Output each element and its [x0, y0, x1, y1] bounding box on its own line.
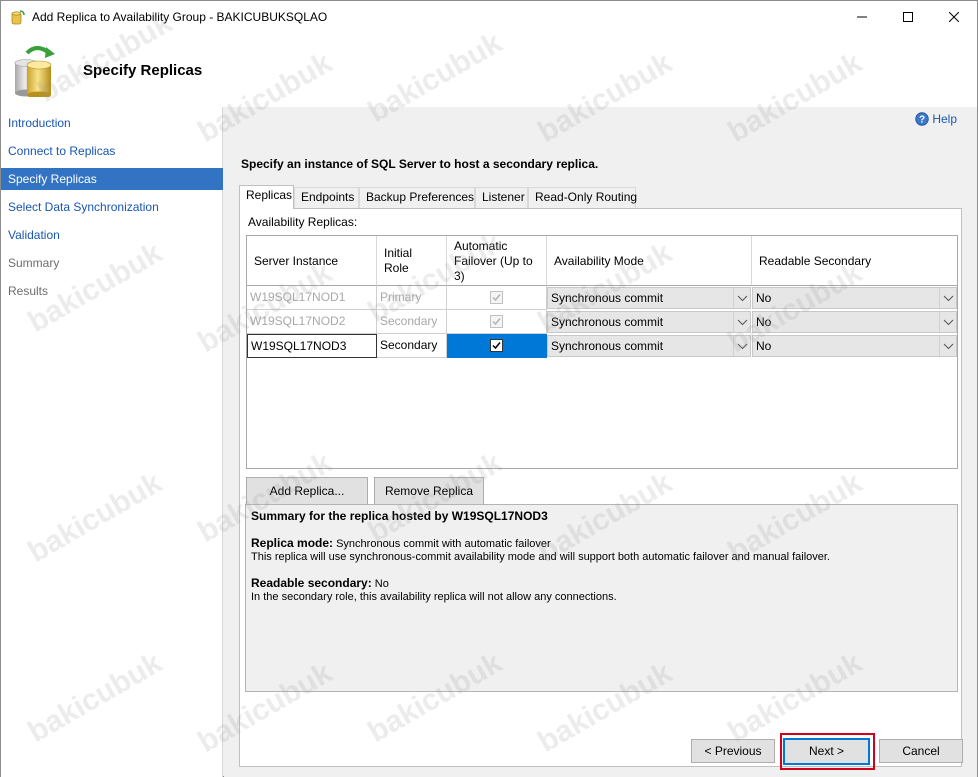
replica-mode-label: Replica mode:	[251, 536, 334, 550]
chevron-down-icon	[939, 336, 956, 356]
wizard-window: Add Replica to Availability Group - BAKI…	[0, 0, 978, 777]
readable-secondary-label: Readable secondary:	[251, 576, 372, 590]
nav-item-connect-to-replicas[interactable]: Connect to Replicas	[1, 140, 223, 162]
availability-mode-value: Synchronous commit	[551, 291, 664, 305]
column-header-initial-role[interactable]: Initial Role	[377, 236, 447, 286]
replicas-tab-panel: Availability Replicas: Server Instance I…	[239, 208, 962, 767]
previous-button[interactable]: < Previous	[691, 739, 775, 763]
chevron-down-icon	[939, 288, 956, 308]
nav-item-validation[interactable]: Validation	[1, 224, 223, 246]
readable-secondary-value: No	[756, 291, 772, 305]
table-row-failover-cell[interactable]	[447, 334, 547, 358]
tab-endpoints[interactable]: Endpoints	[294, 187, 359, 208]
checkmark-icon	[492, 294, 501, 302]
summary-heading: Summary for the replica hosted by W19SQL…	[251, 509, 548, 523]
nav-item-results: Results	[8, 284, 49, 298]
wizard-header: Specify Replicas	[1, 33, 977, 107]
main-panel: ? Help Specify an instance of SQL Server…	[224, 107, 977, 777]
page-title: Specify Replicas	[83, 62, 203, 79]
window-title: Add Replica to Availability Group - BAKI…	[32, 10, 328, 24]
readable-secondary-dropdown[interactable]: No	[752, 287, 957, 309]
add-replica-button[interactable]: Add Replica...	[246, 477, 368, 505]
minimize-button[interactable]	[839, 1, 885, 33]
minimize-icon	[857, 16, 867, 18]
table-row-server: W19SQL17NOD2	[247, 310, 377, 334]
replica-mode-value: Synchronous commit with automatic failov…	[336, 538, 551, 550]
automatic-failover-checkbox	[490, 315, 503, 328]
close-button[interactable]	[931, 1, 977, 33]
column-header-automatic-failover[interactable]: Automatic Failover (Up to 3)	[447, 236, 547, 286]
help-icon: ?	[915, 112, 930, 126]
next-button[interactable]: Next >	[783, 738, 870, 765]
database-replica-icon	[14, 46, 55, 97]
column-header-readable-secondary[interactable]: Readable Secondary	[752, 236, 957, 286]
tab-read-only-routing[interactable]: Read-Only Routing	[528, 187, 637, 208]
title-bar: Add Replica to Availability Group - BAKI…	[1, 1, 977, 33]
column-header-server-instance[interactable]: Server Instance	[247, 236, 377, 286]
nav-item-summary: Summary	[8, 256, 60, 270]
wizard-navigation: Introduction Connect to Replicas Specify…	[1, 107, 223, 777]
help-link[interactable]: ? Help	[915, 112, 957, 126]
chevron-down-icon	[733, 288, 750, 308]
nav-item-specify-replicas[interactable]: Specify Replicas	[1, 168, 223, 190]
maximize-icon	[903, 12, 913, 22]
readable-secondary-dropdown[interactable]: No	[752, 335, 957, 357]
chevron-down-icon	[733, 312, 750, 332]
table-row-role: Primary	[377, 286, 447, 310]
checkmark-icon	[492, 318, 501, 326]
table-row-server[interactable]: W19SQL17NOD3	[247, 334, 377, 358]
tab-listener[interactable]: Listener	[475, 187, 528, 208]
chevron-down-icon	[939, 312, 956, 332]
replica-summary-panel: Summary for the replica hosted by W19SQL…	[245, 504, 958, 692]
readable-secondary-description: In the secondary role, this availability…	[251, 591, 617, 603]
help-label: Help	[932, 112, 957, 126]
readable-secondary-summary-value: No	[374, 578, 389, 590]
nav-item-introduction[interactable]: Introduction	[1, 112, 223, 134]
availability-mode-dropdown[interactable]: Synchronous commit	[547, 335, 751, 357]
tab-replicas[interactable]: Replicas	[239, 185, 294, 209]
cancel-button[interactable]: Cancel	[879, 739, 963, 763]
readable-secondary-value: No	[756, 339, 772, 353]
database-app-icon	[11, 10, 25, 25]
availability-mode-value: Synchronous commit	[551, 339, 664, 353]
table-row-failover-cell	[447, 286, 547, 310]
replica-mode-description: This replica will use synchronous-commit…	[251, 551, 830, 563]
maximize-button[interactable]	[885, 1, 931, 33]
table-row-role: Secondary	[377, 334, 447, 358]
table-row-failover-cell	[447, 310, 547, 334]
chevron-down-icon	[733, 336, 750, 356]
availability-mode-value: Synchronous commit	[551, 315, 664, 329]
availability-replicas-label: Availability Replicas:	[248, 215, 358, 229]
automatic-failover-checkbox[interactable]	[490, 339, 503, 352]
availability-mode-dropdown[interactable]: Synchronous commit	[547, 287, 751, 309]
replicas-grid: Server Instance Initial Role Automatic F…	[246, 235, 958, 469]
remove-replica-button[interactable]: Remove Replica	[374, 477, 484, 505]
nav-item-select-data-synchronization[interactable]: Select Data Synchronization	[1, 196, 223, 218]
tab-backup-preferences[interactable]: Backup Preferences	[359, 187, 475, 208]
readable-secondary-value: No	[756, 315, 772, 329]
readable-secondary-dropdown[interactable]: No	[752, 311, 957, 333]
instruction-text: Specify an instance of SQL Server to hos…	[241, 157, 599, 171]
close-icon	[949, 12, 959, 22]
table-row-role: Secondary	[377, 310, 447, 334]
column-header-availability-mode[interactable]: Availability Mode	[547, 236, 752, 286]
availability-mode-dropdown[interactable]: Synchronous commit	[547, 311, 751, 333]
automatic-failover-checkbox	[490, 291, 503, 304]
table-row-server: W19SQL17NOD1	[247, 286, 377, 310]
svg-text:?: ?	[919, 115, 925, 126]
checkmark-icon	[492, 342, 501, 350]
